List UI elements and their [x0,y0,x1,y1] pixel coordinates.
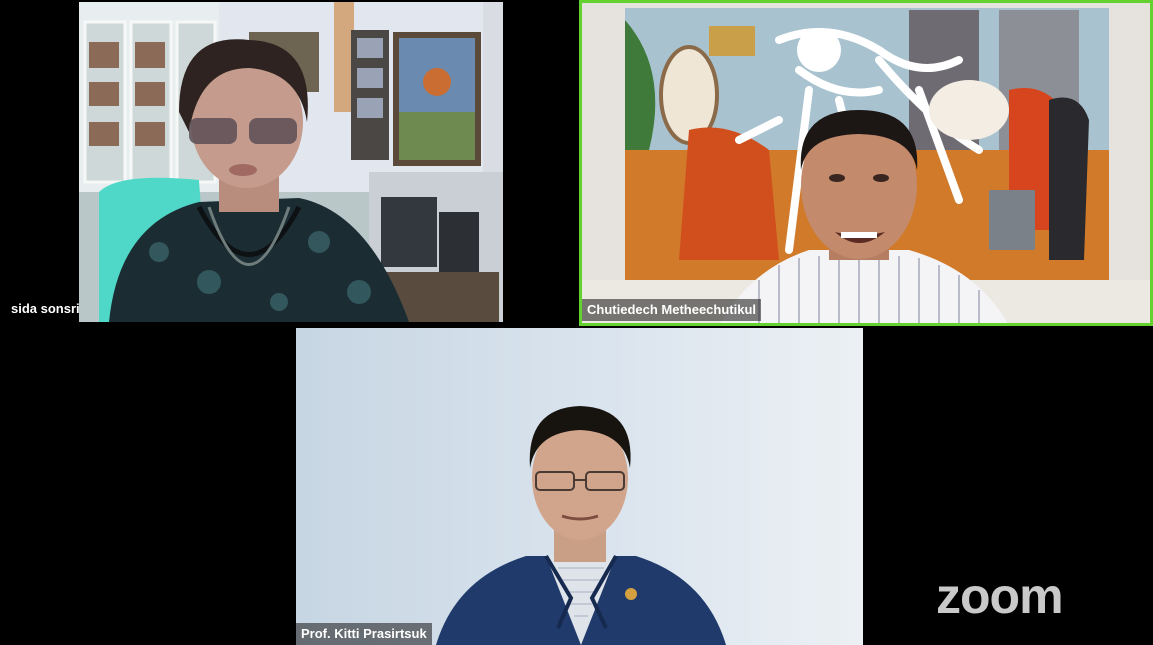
participant-name-label: Prof. Kitti Prasirtsuk [296,623,432,645]
video-tile-kitti-prasirtsuk[interactable] [296,328,863,645]
video-feed-kitti-prasirtsuk [296,328,863,645]
zoom-logo: zoom [936,568,1064,624]
video-feed-sida-sonsri [79,2,503,322]
video-tile-sida-sonsri[interactable] [79,2,503,322]
video-feed-chutiedech-metheechutikul [579,0,1153,326]
zoom-gallery-view: sida sonsri Chutiedech Metheechutikul Pr… [0,0,1153,645]
participant-name-label: Chutiedech Metheechutikul [582,299,762,321]
video-tile-chutiedech-metheechutikul[interactable] [579,0,1153,326]
participant-name-label: sida sonsri [11,301,80,316]
